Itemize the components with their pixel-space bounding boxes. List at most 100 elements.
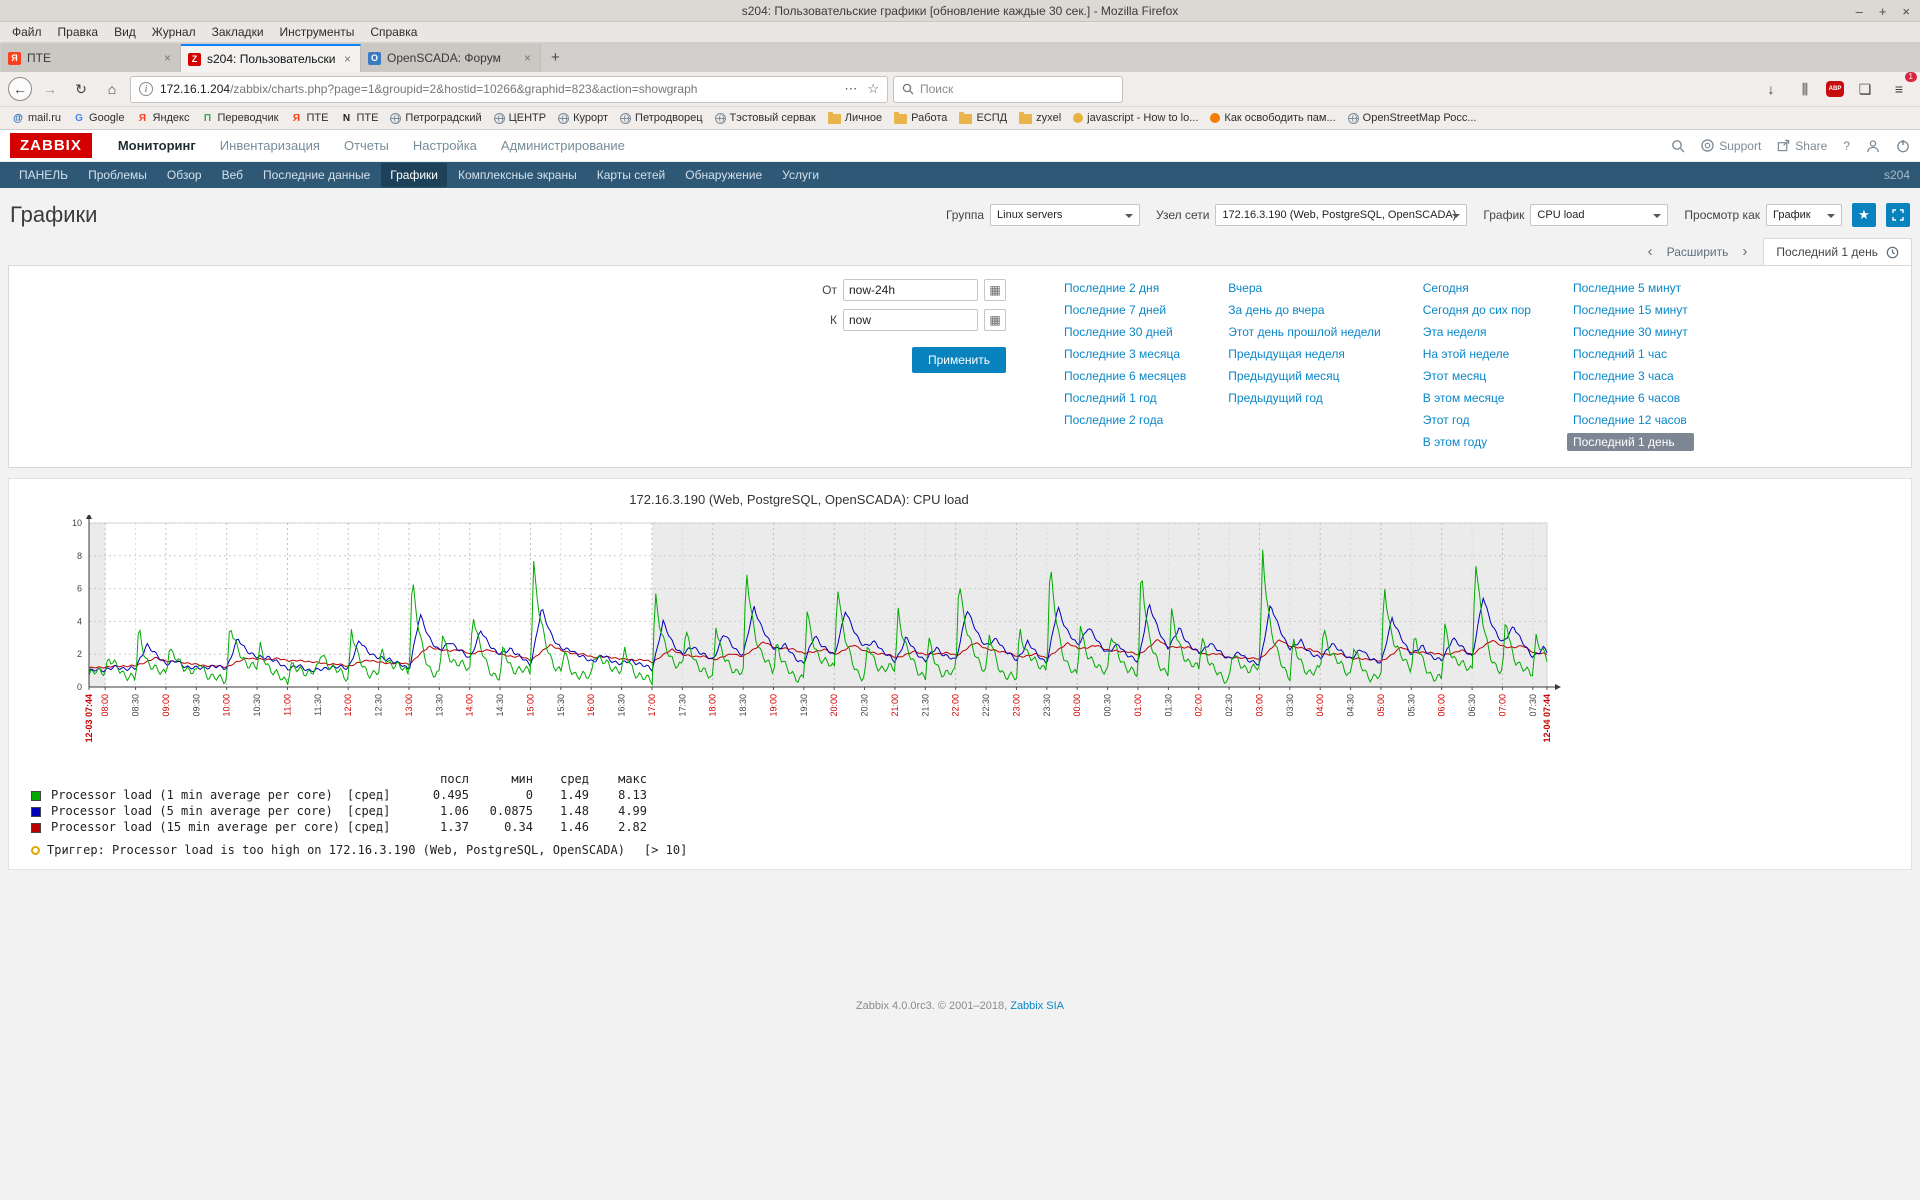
time-link[interactable]: Последние 3 часа	[1567, 367, 1694, 385]
adblock-icon[interactable]: ABP	[1826, 81, 1844, 97]
calendar-icon[interactable]: ▦	[984, 309, 1006, 331]
bookmark-item[interactable]: Тэстовый сервак	[709, 110, 822, 126]
browser-tab[interactable]: OOpenSCADA: Форум×	[361, 44, 541, 72]
time-shift-right-icon[interactable]: ›	[1742, 244, 1747, 259]
main-nav-item[interactable]: Настройка	[413, 138, 477, 153]
bookmark-item[interactable]: ЯЯндекс	[131, 110, 196, 126]
time-link[interactable]: Последние 12 часов	[1567, 411, 1694, 429]
subnav-item[interactable]: Веб	[213, 163, 252, 187]
time-link[interactable]: Последние 3 месяца	[1058, 345, 1192, 363]
bookmark-item[interactable]: Курорт	[552, 110, 614, 126]
url-text[interactable]: 172.16.1.204/zabbix/charts.php?page=1&gr…	[160, 82, 837, 96]
tab-close-icon[interactable]: ×	[162, 51, 173, 65]
help-link[interactable]: ?	[1843, 139, 1850, 153]
time-link[interactable]: Последний 1 год	[1058, 389, 1192, 407]
subnav-item[interactable]: Графики	[381, 163, 447, 187]
zabbix-logo[interactable]: ZABBIX	[10, 133, 92, 158]
time-link[interactable]: Последние 30 минут	[1567, 323, 1694, 341]
menu-item[interactable]: Справка	[362, 23, 425, 41]
tab-close-icon[interactable]: ×	[522, 51, 533, 65]
time-link[interactable]: Последние 7 дней	[1058, 301, 1192, 319]
footer-link[interactable]: Zabbix SIA	[1010, 1000, 1064, 1012]
time-link[interactable]: Эта неделя	[1417, 323, 1537, 341]
bookmark-star-icon[interactable]: ☆	[867, 81, 879, 97]
menu-item[interactable]: Вид	[106, 23, 144, 41]
menu-item[interactable]: Файл	[4, 23, 50, 41]
bookmark-item[interactable]: Как освободить пам...	[1204, 110, 1341, 126]
subnav-item[interactable]: Проблемы	[79, 163, 156, 187]
time-link[interactable]: Последние 6 часов	[1567, 389, 1694, 407]
share-link[interactable]: Share	[1777, 139, 1827, 153]
filter-select[interactable]: Linux servers	[990, 204, 1140, 226]
bookmark-item[interactable]: ППереводчик	[196, 110, 285, 126]
new-tab-button[interactable]: +	[541, 49, 570, 66]
library-icon[interactable]: ⫼	[1792, 76, 1818, 102]
time-link[interactable]: Сегодня	[1417, 279, 1537, 297]
subnav-item[interactable]: Услуги	[773, 163, 828, 187]
user-icon[interactable]	[1866, 139, 1880, 153]
menu-item[interactable]: Журнал	[144, 23, 204, 41]
bookmark-item[interactable]: OpenStreetMap Росс...	[1342, 110, 1483, 126]
bookmark-item[interactable]: Личное	[822, 110, 888, 126]
time-link[interactable]: Предыдущий год	[1222, 389, 1386, 407]
time-link[interactable]: Последние 2 года	[1058, 411, 1192, 429]
close-icon[interactable]: ×	[1902, 5, 1910, 18]
site-info-icon[interactable]: i	[139, 82, 153, 96]
from-input[interactable]	[843, 279, 978, 301]
time-link[interactable]: Последние 30 дней	[1058, 323, 1192, 341]
time-link[interactable]: Предыдущий месяц	[1222, 367, 1386, 385]
download-icon[interactable]: ↓	[1758, 76, 1784, 102]
browser-tab[interactable]: ЯПТЕ×	[1, 44, 181, 72]
reload-button[interactable]: ↻	[68, 76, 94, 102]
fullscreen-button[interactable]	[1886, 203, 1910, 227]
time-link[interactable]: Этот год	[1417, 411, 1537, 429]
time-link[interactable]: Последний 1 день	[1567, 433, 1694, 451]
subnav-item[interactable]: Обнаружение	[676, 163, 771, 187]
time-link[interactable]: Вчера	[1222, 279, 1386, 297]
main-nav-item[interactable]: Инвентаризация	[220, 138, 320, 153]
bookmark-item[interactable]: Петроградский	[384, 110, 487, 126]
main-nav-item[interactable]: Администрирование	[501, 138, 625, 153]
logout-icon[interactable]	[1896, 139, 1910, 153]
page-actions-icon[interactable]: ⋯	[844, 81, 857, 97]
time-zoom-out-link[interactable]: Расширить	[1667, 245, 1729, 259]
search-bar[interactable]: Поиск	[893, 76, 1123, 103]
menu-item[interactable]: Инструменты	[272, 23, 363, 41]
bookmark-item[interactable]: ЕСПД	[953, 110, 1013, 126]
support-link[interactable]: Support	[1701, 139, 1761, 153]
calendar-icon[interactable]: ▦	[984, 279, 1006, 301]
time-range-tab[interactable]: Последний 1 день	[1763, 238, 1912, 265]
time-link[interactable]: Этот день прошлой недели	[1222, 323, 1386, 341]
time-link[interactable]: В этом месяце	[1417, 389, 1537, 407]
time-link[interactable]: Последние 15 минут	[1567, 301, 1694, 319]
forward-button[interactable]: →	[37, 76, 63, 102]
cpu-load-chart[interactable]: 12-03 07:4408:0008:3009:0009:3010:0010:3…	[19, 515, 1579, 765]
time-shift-left-icon[interactable]: ‹	[1648, 244, 1653, 259]
browser-tab[interactable]: Zs204: Пользовательские гра×	[181, 44, 361, 72]
home-button[interactable]: ⌂	[99, 76, 125, 102]
subnav-item[interactable]: ПАНЕЛЬ	[10, 163, 77, 187]
menu-item[interactable]: Правка	[50, 23, 107, 41]
filter-select[interactable]: 172.16.3.190 (Web, PostgreSQL, OpenSCADA…	[1215, 204, 1467, 226]
bookmark-item[interactable]: javascript - How to lo...	[1067, 110, 1204, 126]
menu-icon[interactable]: ≡1	[1886, 76, 1912, 102]
main-nav-item[interactable]: Отчеты	[344, 138, 389, 153]
back-button[interactable]: ←	[8, 77, 32, 101]
bookmark-item[interactable]: ЦЕНТР	[488, 110, 552, 126]
time-link[interactable]: В этом году	[1417, 433, 1537, 451]
url-bar[interactable]: i 172.16.1.204/zabbix/charts.php?page=1&…	[130, 76, 888, 103]
time-link[interactable]: Последние 2 дня	[1058, 279, 1192, 297]
time-link[interactable]: На этой неделе	[1417, 345, 1537, 363]
bookmark-item[interactable]: GGoogle	[67, 110, 130, 126]
time-link[interactable]: Сегодня до сих пор	[1417, 301, 1537, 319]
bookmark-item[interactable]: @mail.ru	[6, 110, 67, 126]
bookmark-item[interactable]: Петродворец	[614, 110, 708, 126]
favourites-button[interactable]: ★	[1852, 203, 1876, 227]
time-link[interactable]: Последние 5 минут	[1567, 279, 1694, 297]
menu-item[interactable]: Закладки	[204, 23, 272, 41]
time-link[interactable]: Последние 6 месяцев	[1058, 367, 1192, 385]
bookmark-item[interactable]: NПТЕ	[334, 110, 384, 126]
time-link[interactable]: За день до вчера	[1222, 301, 1386, 319]
bookmark-item[interactable]: Работа	[888, 110, 953, 126]
tab-close-icon[interactable]: ×	[342, 52, 353, 66]
